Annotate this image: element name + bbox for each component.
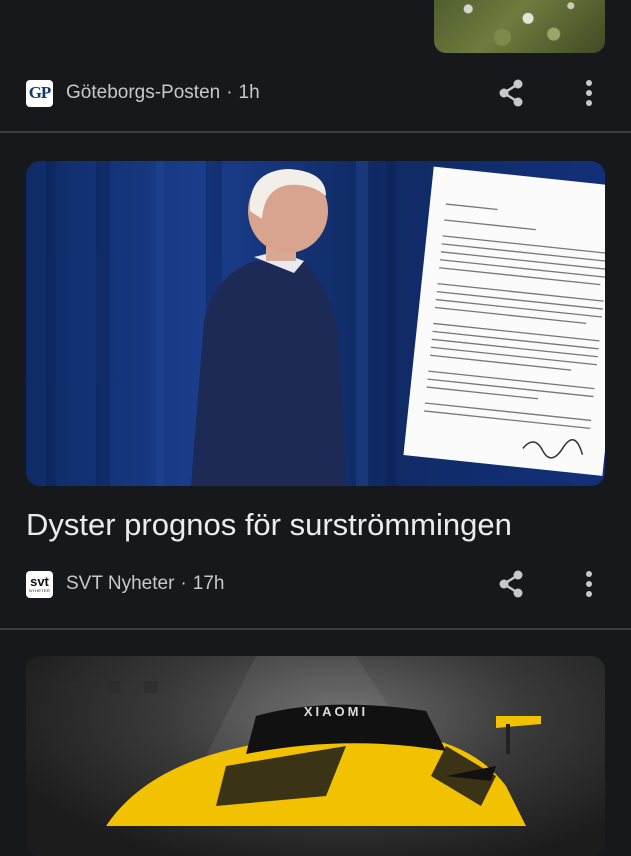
publisher-logo-text: svt: [30, 573, 49, 589]
article-meta: svt NYHETER SVT Nyheter · 17h: [26, 569, 224, 599]
publisher-name[interactable]: Göteborgs-Posten: [66, 82, 220, 104]
hero-illustration: [46, 161, 605, 486]
article-age: 1h: [238, 82, 260, 103]
publisher-logo-text: GP: [28, 83, 52, 102]
share-icon[interactable]: [496, 569, 526, 599]
publisher-logo-subtext: NYHETER: [28, 587, 51, 593]
article-meta: GP Göteborgs-Posten · 1h: [26, 78, 260, 108]
news-card-xiaomi[interactable]: XIAOMI: [0, 630, 631, 856]
meta-separator: ·: [180, 573, 187, 594]
article-headline[interactable]: Dyster prognos för surströmmingen: [26, 505, 605, 545]
news-card-svt[interactable]: Dyster prognos för surströmmingen svt NY…: [0, 133, 631, 628]
article-age: 17h: [192, 573, 225, 594]
article-hero-image[interactable]: [26, 161, 605, 486]
car-illustration: XIAOMI: [66, 656, 541, 826]
more-vert-icon[interactable]: [583, 569, 595, 599]
publisher-logo: svt NYHETER: [26, 570, 53, 598]
news-card-goteborgs-posten[interactable]: GP Göteborgs-Posten · 1h: [0, 0, 631, 133]
meta-separator: ·: [226, 82, 233, 103]
article-thumbnail[interactable]: [434, 0, 605, 53]
article-hero-image[interactable]: XIAOMI: [26, 656, 605, 856]
publisher-logo: GP: [26, 79, 53, 107]
publisher-name[interactable]: SVT Nyheter: [66, 573, 174, 595]
share-icon[interactable]: [496, 78, 526, 108]
windshield-brand-text: XIAOMI: [304, 704, 368, 719]
more-vert-icon[interactable]: [583, 78, 595, 108]
